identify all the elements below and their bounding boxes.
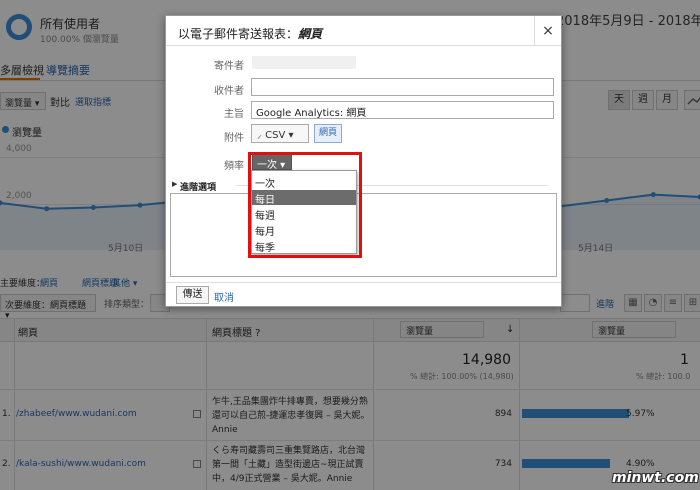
sender-label: 寄件者 <box>214 61 244 72</box>
attachment-label: 附件 <box>224 133 244 144</box>
attachment-report-chip[interactable]: 網頁 <box>314 124 342 143</box>
watermark: minwt.com <box>612 470 699 486</box>
recipient-input[interactable] <box>251 78 554 96</box>
dialog-title-prefix: 以電子郵件寄送報表： <box>178 27 299 41</box>
advanced-options-toggle[interactable]: 進階選項 <box>180 180 216 193</box>
sender-value <box>252 56 356 69</box>
dialog-title: 以電子郵件寄送報表：網頁 <box>178 25 322 42</box>
message-textarea[interactable] <box>170 193 557 277</box>
recipient-label: 收件者 <box>214 86 244 97</box>
expand-triangle-icon[interactable]: ▶ <box>172 180 177 188</box>
dialog-title-report: 網頁 <box>298 27 323 41</box>
close-button[interactable]: × <box>534 16 561 46</box>
subject-label: 主旨 <box>224 109 244 120</box>
subject-input[interactable]: Google Analytics: 網頁 <box>251 101 554 119</box>
highlight-annotation-box <box>248 152 362 258</box>
send-button[interactable]: 傳送 <box>176 286 209 304</box>
dialog-header: 以電子郵件寄送報表：網頁 × <box>166 16 561 46</box>
attachment-format-select[interactable]: ⸝ CSV ▾ <box>251 124 309 143</box>
email-report-dialog: 以電子郵件寄送報表：網頁 × 寄件者 收件者 主旨 Google Analyti… <box>165 15 562 307</box>
cancel-link[interactable]: 取消 <box>214 289 234 304</box>
frequency-label: 頻率 <box>224 161 244 172</box>
